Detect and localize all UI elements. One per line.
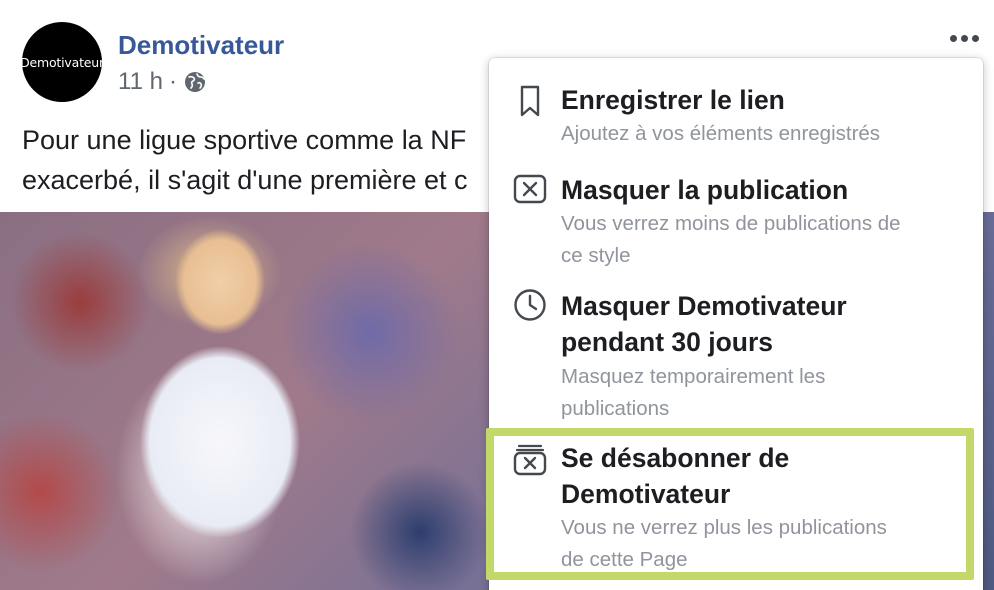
menu-item-subtitle-line: ce style [561, 244, 631, 267]
post-text-line: exacerbé, il s'agit d'une première et c [22, 165, 468, 195]
menu-item-subtitle: Ajoutez à vos éléments enregistrés [561, 122, 881, 145]
meta-separator: · [168, 68, 177, 95]
post-meta: 11 h · [118, 68, 207, 96]
post-timestamp[interactable]: 11 h [118, 68, 163, 96]
menu-item-subtitle: Vous verrez moins de publications de ce … [561, 208, 966, 272]
menu-item-subtitle: Masquez temporairement les publications [561, 361, 966, 425]
clock-icon [514, 289, 546, 321]
menu-item-subtitle-line: Masquez temporairement les [561, 365, 826, 388]
menu-item-title: Enregistrer le lien [561, 85, 785, 115]
photo-subject [120, 212, 320, 590]
more-dot-icon [971, 34, 979, 42]
menu-item-title: Masquer la publication [561, 175, 849, 205]
hide-post-icon [513, 174, 547, 204]
highlight-box [486, 428, 974, 580]
menu-item-title: Masquer Demotivateur pendant 30 jours [561, 288, 961, 360]
menu-item-snooze-page[interactable]: Masquer Demotivateur pendant 30 jours Ma… [489, 284, 983, 424]
post-text: Pour une ligue sportive comme la NF exac… [22, 120, 468, 200]
more-dot-icon [949, 34, 957, 42]
menu-item-subtitle-line: Vous verrez moins de publications de [561, 212, 901, 235]
page-name-link[interactable]: Demotivateur [118, 30, 284, 61]
menu-item-save-link[interactable]: Enregistrer le lien Ajoutez à vos élémen… [489, 78, 983, 158]
menu-item-title-line: pendant 30 jours [561, 327, 774, 357]
menu-item-subtitle-line: publications [561, 397, 670, 420]
menu-item-title-line: Masquer Demotivateur [561, 291, 847, 321]
more-dot-icon [960, 34, 968, 42]
menu-item-hide-post[interactable]: Masquer la publication Vous verrez moins… [489, 168, 983, 278]
post-text-line: Pour une ligue sportive comme la NF [22, 125, 467, 155]
post-options-button[interactable] [944, 26, 984, 50]
avatar-logo-text: Demotivateur [20, 54, 104, 70]
page-avatar[interactable]: Demotivateur [20, 22, 104, 102]
globe-icon [184, 72, 205, 92]
bookmark-icon [520, 85, 540, 117]
